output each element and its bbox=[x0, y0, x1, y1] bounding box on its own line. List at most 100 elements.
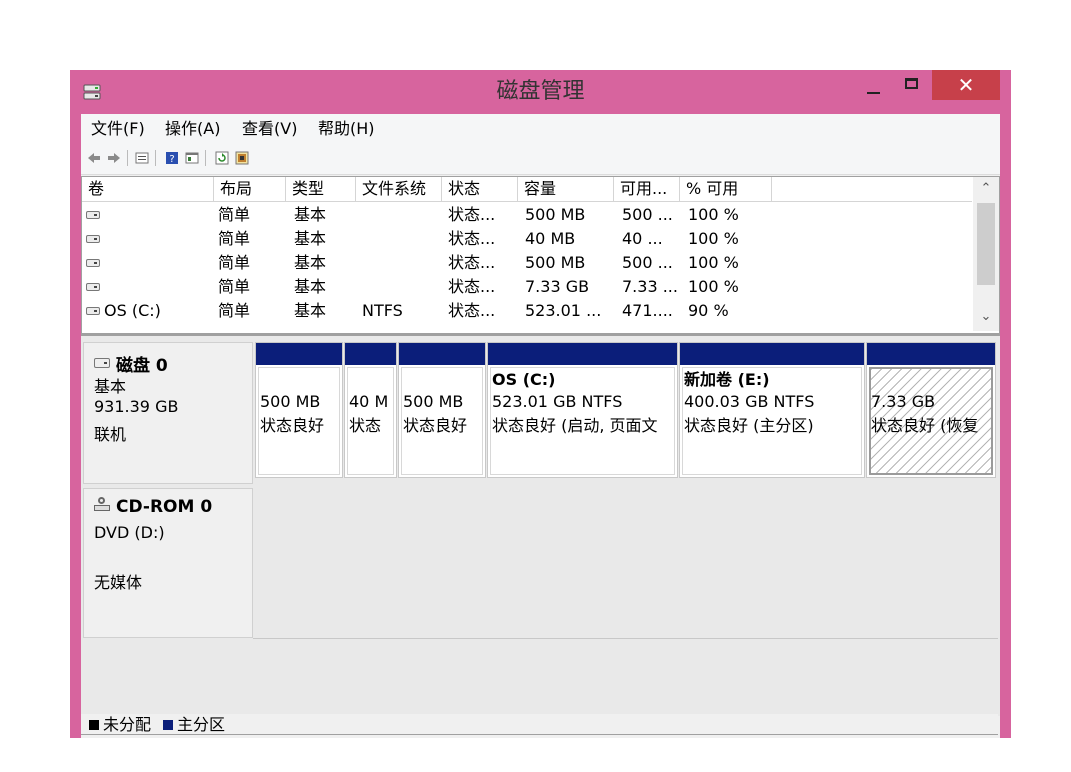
scrollbar-thumb[interactable] bbox=[977, 203, 995, 285]
partition-block[interactable]: 40 M 状态 bbox=[344, 342, 397, 478]
close-button[interactable]: ✕ bbox=[932, 70, 1000, 100]
type-cell: 基本 bbox=[294, 229, 327, 248]
partition-block[interactable]: 500 MB 状态良好 bbox=[255, 342, 343, 478]
primary-partition-band bbox=[399, 343, 485, 365]
partition-new-volume-e[interactable]: 新加卷 (E:) 400.03 GB NTFS 状态良好 (主分区) bbox=[679, 342, 865, 478]
title-bar[interactable]: 磁盘管理 ✕ bbox=[70, 70, 1011, 114]
disk-0-state: 联机 bbox=[94, 425, 127, 444]
legend-bar: 未分配 主分区 bbox=[81, 714, 998, 738]
type-cell: 基本 bbox=[294, 205, 327, 224]
client-area: 文件(F) 操作(A) 查看(V) 帮助(H) ? 卷 布局 类型 文件系统 状… bbox=[81, 114, 1000, 738]
maximize-icon bbox=[905, 78, 918, 89]
cdrom-0-title: CD-ROM 0 bbox=[94, 497, 212, 517]
partition-block[interactable]: 500 MB 状态良好 bbox=[398, 342, 486, 478]
status-cell: 状态... bbox=[448, 277, 496, 296]
forward-icon[interactable] bbox=[107, 151, 121, 165]
column-header-type[interactable]: 类型 bbox=[286, 177, 356, 201]
volume-name-cell bbox=[86, 275, 210, 299]
minimize-button[interactable] bbox=[858, 70, 888, 100]
volume-icon bbox=[86, 283, 100, 291]
volume-name-cell bbox=[86, 227, 210, 251]
partition-status: 状态良好 (恢复 bbox=[871, 416, 979, 435]
volume-name-cell bbox=[86, 251, 210, 275]
volume-row[interactable]: 简单 基本 状态... 40 MB 40 ... 100 % bbox=[82, 227, 972, 251]
legend-unallocated: 未分配 bbox=[103, 715, 152, 734]
settings-icon[interactable] bbox=[235, 151, 249, 165]
volume-row[interactable]: 简单 基本 状态... 7.33 GB 7.33 ... 100 % bbox=[82, 275, 972, 299]
partition-recovery[interactable]: 7.33 GB 状态良好 (恢复 bbox=[866, 342, 996, 478]
partition-size: 523.01 GB NTFS bbox=[492, 392, 623, 411]
properties-icon[interactable] bbox=[135, 151, 149, 165]
layout-cell: 简单 bbox=[218, 277, 251, 296]
layout-cell: 简单 bbox=[218, 205, 251, 224]
volume-name-cell bbox=[86, 203, 210, 227]
column-header-volume[interactable]: 卷 bbox=[82, 177, 214, 201]
volume-row[interactable]: 简单 基本 状态... 500 MB 500 ... 100 % bbox=[82, 251, 972, 275]
partition-size: 500 MB bbox=[403, 392, 464, 411]
partition-size: 500 MB bbox=[260, 392, 321, 411]
disk-0-type: 基本 bbox=[94, 377, 127, 396]
partition-status: 状态良好 (启动, 页面文 bbox=[492, 416, 658, 435]
disk-graphical-view: 磁盘 0 基本 931.39 GB 联机 500 MB 状态良好 40 M 状态 bbox=[81, 334, 1000, 716]
column-header-percent-free[interactable]: % 可用 bbox=[680, 177, 772, 201]
disk-management-window: 磁盘管理 ✕ 文件(F) 操作(A) 查看(V) 帮助(H) ? 卷 布局 类型… bbox=[70, 70, 1011, 738]
volume-list: 卷 布局 类型 文件系统 状态 容量 可用... % 可用 简单 基本 状态..… bbox=[81, 176, 1000, 334]
column-header-layout[interactable]: 布局 bbox=[214, 177, 286, 201]
cdrom-0-type: DVD (D:) bbox=[94, 523, 165, 542]
capacity-cell: 500 MB bbox=[525, 253, 586, 272]
primary-partition-swatch bbox=[163, 720, 173, 730]
menu-file[interactable]: 文件(F) bbox=[91, 118, 145, 140]
toolbar-separator bbox=[205, 150, 206, 166]
cdrom-0-info[interactable]: CD-ROM 0 DVD (D:) 无媒体 bbox=[83, 488, 253, 638]
column-header-capacity[interactable]: 容量 bbox=[518, 177, 614, 201]
percent-free-cell: 100 % bbox=[688, 205, 739, 224]
cdrom-0-state: 无媒体 bbox=[94, 573, 143, 592]
free-cell: 500 ... bbox=[622, 253, 673, 272]
partition-status: 状态良好 (主分区) bbox=[684, 416, 814, 435]
percent-free-cell: 100 % bbox=[688, 229, 739, 248]
primary-partition-band bbox=[256, 343, 342, 365]
volume-list-header: 卷 布局 类型 文件系统 状态 容量 可用... % 可用 bbox=[82, 177, 972, 202]
partition-title: 新加卷 (E:) bbox=[684, 370, 770, 389]
partition-status: 状态良好 bbox=[260, 416, 325, 435]
capacity-cell: 40 MB bbox=[525, 229, 576, 248]
type-cell: 基本 bbox=[294, 253, 327, 272]
volume-icon bbox=[86, 259, 100, 267]
free-cell: 40 ... bbox=[622, 229, 663, 248]
volume-list-scrollbar[interactable]: ⌃ ⌄ bbox=[973, 177, 999, 331]
partition-os-c[interactable]: OS (C:) 523.01 GB NTFS 状态良好 (启动, 页面文 bbox=[487, 342, 678, 478]
type-cell: 基本 bbox=[294, 277, 327, 296]
menu-bar: 文件(F) 操作(A) 查看(V) 帮助(H) bbox=[81, 114, 1000, 144]
layout-cell: 简单 bbox=[218, 301, 251, 320]
menu-view[interactable]: 查看(V) bbox=[242, 118, 297, 140]
cd-drive-icon bbox=[94, 497, 110, 511]
menu-help[interactable]: 帮助(H) bbox=[318, 118, 375, 140]
back-icon[interactable] bbox=[87, 151, 101, 165]
layout-cell: 简单 bbox=[218, 253, 251, 272]
menu-action[interactable]: 操作(A) bbox=[165, 118, 220, 140]
maximize-button[interactable] bbox=[898, 70, 928, 100]
toolbar: ? bbox=[81, 144, 1000, 175]
volume-row[interactable]: OS (C:) 简单 基本 NTFS 状态... 523.01 ... 471.… bbox=[82, 299, 972, 323]
close-icon: ✕ bbox=[957, 73, 975, 97]
console-tree-icon[interactable] bbox=[185, 151, 199, 165]
volume-row[interactable]: 简单 基本 状态... 500 MB 500 ... 100 % bbox=[82, 203, 972, 227]
column-header-status[interactable]: 状态 bbox=[442, 177, 518, 201]
scroll-down-icon[interactable]: ⌄ bbox=[973, 305, 999, 329]
partition-size: 400.03 GB NTFS bbox=[684, 392, 815, 411]
disk-0-info[interactable]: 磁盘 0 基本 931.39 GB 联机 bbox=[83, 342, 253, 484]
help-icon[interactable]: ? bbox=[165, 151, 179, 165]
refresh-icon[interactable] bbox=[215, 151, 229, 165]
disk-0-partitions: 500 MB 状态良好 40 M 状态 500 MB 状态良好 OS (C:) … bbox=[255, 342, 996, 478]
toolbar-separator bbox=[127, 150, 128, 166]
scroll-up-icon[interactable]: ⌃ bbox=[973, 177, 999, 201]
column-header-free[interactable]: 可用... bbox=[614, 177, 680, 201]
capacity-cell: 523.01 ... bbox=[525, 301, 602, 320]
status-cell: 状态... bbox=[448, 301, 496, 320]
filesystem-cell: NTFS bbox=[362, 301, 403, 320]
volume-name-cell: OS (C:) bbox=[86, 299, 210, 323]
column-header-filesystem[interactable]: 文件系统 bbox=[356, 177, 442, 201]
capacity-cell: 7.33 GB bbox=[525, 277, 590, 296]
legend-primary-partition: 主分区 bbox=[177, 715, 226, 734]
partition-status: 状态良好 bbox=[403, 416, 468, 435]
